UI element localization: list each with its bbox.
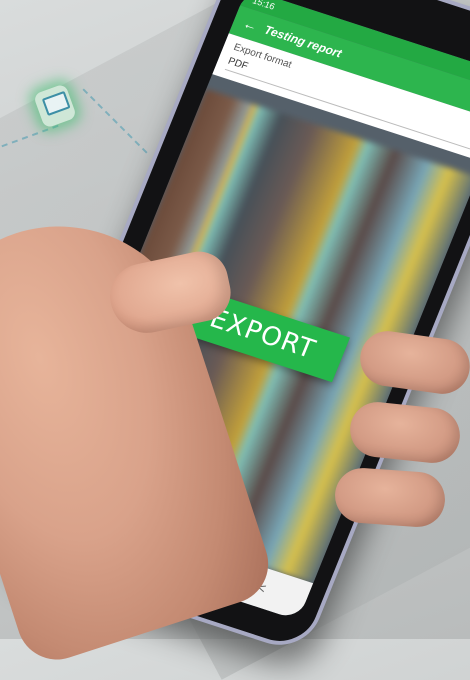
selected-format: PDF — [226, 55, 250, 73]
finger — [333, 466, 447, 529]
